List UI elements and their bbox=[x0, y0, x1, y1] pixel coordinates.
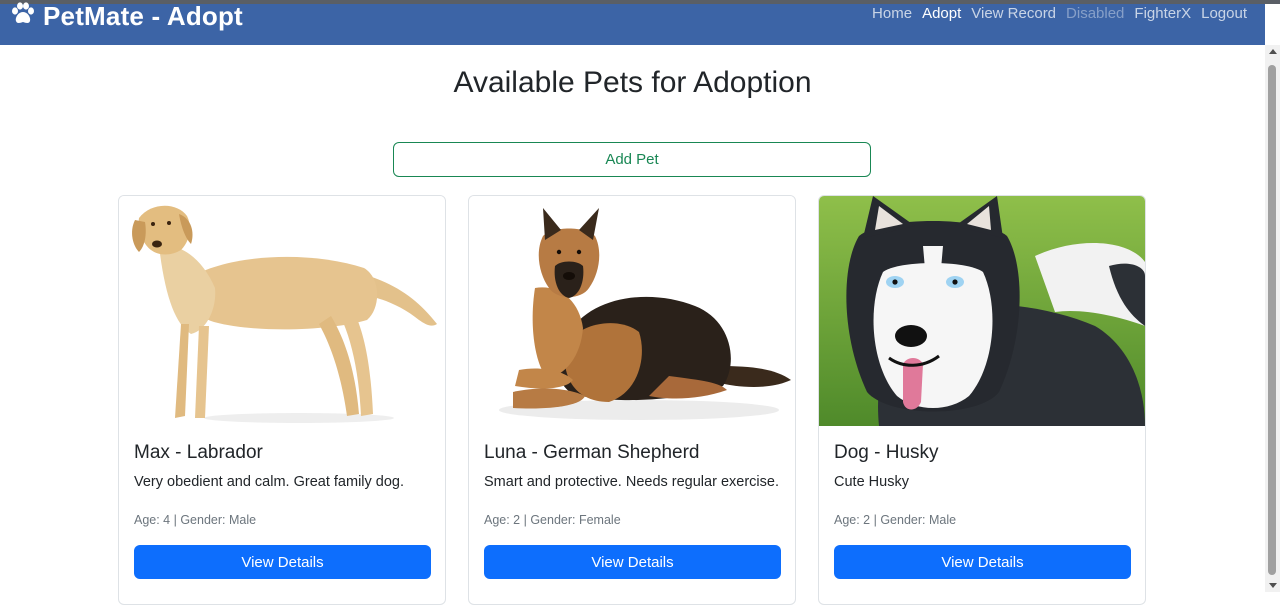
husky-photo bbox=[819, 196, 1145, 426]
paw-icon bbox=[10, 1, 43, 31]
navbar: PetMate - Adopt Home Adopt View Record D… bbox=[0, 1, 1265, 45]
german-shepherd-photo bbox=[469, 196, 795, 426]
view-details-button[interactable]: View Details bbox=[134, 545, 431, 579]
pet-meta: Age: 2 | Gender: Male bbox=[834, 513, 957, 527]
pet-meta: Age: 2 | Gender: Female bbox=[484, 513, 621, 527]
pet-description: Cute Husky bbox=[834, 474, 909, 490]
nav-link-fighterx[interactable]: FighterX bbox=[1134, 5, 1191, 22]
nav-links: Home Adopt View Record Disabled FighterX… bbox=[862, 5, 1247, 22]
nav-link-disabled: Disabled bbox=[1066, 5, 1125, 22]
pet-description: Smart and protective. Needs regular exer… bbox=[484, 474, 779, 490]
nav-link-logout[interactable]: Logout bbox=[1201, 5, 1247, 22]
pet-card: Luna - German Shepherd Smart and protect… bbox=[468, 195, 796, 605]
pet-meta: Age: 4 | Gender: Male bbox=[134, 513, 257, 527]
scroll-up-arrow-icon[interactable] bbox=[1269, 49, 1277, 54]
labrador-photo bbox=[119, 196, 445, 426]
nav-link-home[interactable]: Home bbox=[872, 5, 912, 22]
page-scrollbar[interactable] bbox=[1265, 45, 1280, 592]
pet-name: Dog - Husky bbox=[834, 442, 939, 463]
scroll-thumb[interactable] bbox=[1268, 65, 1276, 575]
page-title: Available Pets for Adoption bbox=[453, 66, 812, 99]
pet-name: Luna - German Shepherd bbox=[484, 442, 700, 463]
pet-name: Max - Labrador bbox=[134, 442, 263, 463]
pet-description: Very obedient and calm. Great family dog… bbox=[134, 474, 405, 490]
view-details-button[interactable]: View Details bbox=[834, 545, 1131, 579]
pet-card: Dog - Husky Cute Husky Age: 2 | Gender: … bbox=[818, 195, 1146, 605]
brand[interactable]: PetMate - Adopt bbox=[10, 0, 243, 32]
brand-name: PetMate - Adopt bbox=[43, 0, 243, 31]
nav-link-view-record[interactable]: View Record bbox=[971, 5, 1056, 22]
pet-card: Max - Labrador Very obedient and calm. G… bbox=[118, 195, 446, 605]
scroll-down-arrow-icon[interactable] bbox=[1269, 583, 1277, 588]
add-pet-button[interactable]: Add Pet bbox=[393, 142, 871, 177]
nav-link-adopt[interactable]: Adopt bbox=[922, 5, 961, 22]
view-details-button[interactable]: View Details bbox=[484, 545, 781, 579]
